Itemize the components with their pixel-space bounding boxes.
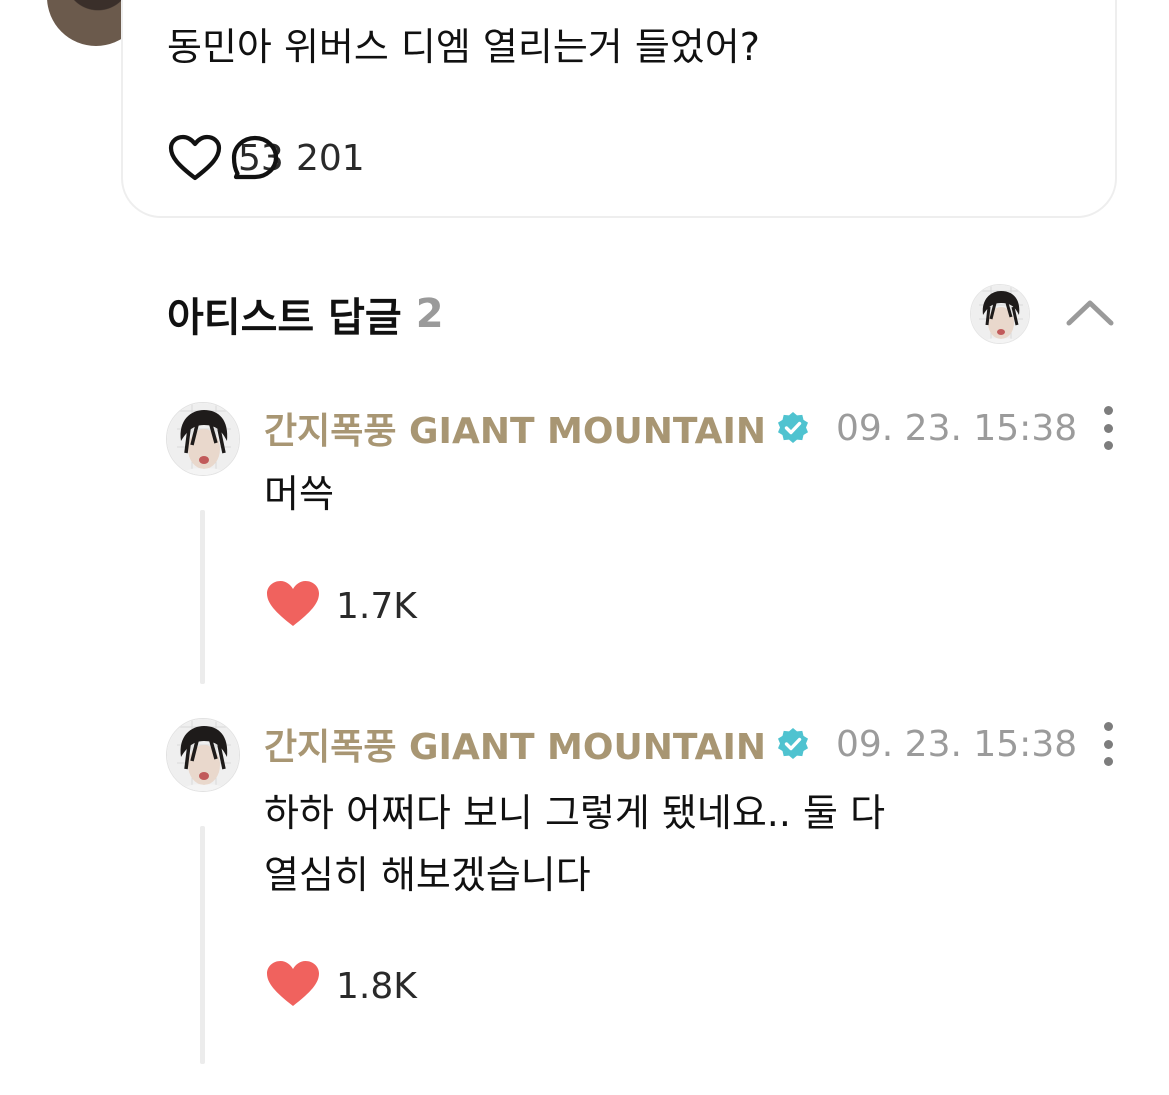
- more-dot: [1103, 739, 1113, 749]
- more-vertical-icon: [1103, 406, 1113, 415]
- speech-bubble-icon: [230, 134, 280, 182]
- comment-more-button[interactable]: [1096, 722, 1120, 766]
- comment-like-count: 1.8K: [336, 965, 417, 1007]
- artist-replies-count: 2: [415, 291, 444, 337]
- comment-timestamp: 09. 23. 15:38: [835, 723, 1078, 765]
- comment-body: 하하 어쩌다 보니 그렇게 됐네요.. 둘 다 열심히 해보겠습니다: [264, 782, 885, 906]
- more-dot: [1103, 441, 1113, 450]
- comment-author-avatar[interactable]: [166, 718, 240, 792]
- comment-author-name[interactable]: 간지폭풍 GIANT MOUNTAIN: [264, 718, 766, 770]
- heart-filled-icon: [266, 580, 320, 632]
- verified-badge-icon: [776, 727, 810, 761]
- comment-author-avatar[interactable]: [166, 402, 240, 476]
- comment-like-button[interactable]: 1.8K: [266, 958, 417, 1014]
- more-vertical-icon: [1103, 722, 1113, 731]
- post-comment-count: 201: [296, 137, 365, 179]
- comment-more-button[interactable]: [1096, 406, 1120, 450]
- comment-text-line: 하하 어쩌다 보니 그렇게 됐네요.. 둘 다: [264, 791, 886, 835]
- comment-text-line: 머쓱: [264, 472, 334, 516]
- comment-meta: 간지폭풍 GIANT MOUNTAIN 09. 23. 15:38: [264, 718, 1077, 770]
- more-dot: [1103, 757, 1113, 766]
- thread-line: [200, 826, 205, 1064]
- post-actions: 53 201: [168, 131, 365, 185]
- artist-avatar[interactable]: [970, 284, 1030, 344]
- artist-replies-header: 아티스트 답글 2: [167, 286, 444, 342]
- post-comment-button[interactable]: 201: [230, 134, 1169, 182]
- more-dot: [1103, 423, 1113, 433]
- post-text: 동민아 위버스 디엠 열리는거 들었어?: [167, 25, 760, 69]
- heart-outline-icon: [168, 134, 222, 182]
- comment-text-line: 열심히 해보겠습니다: [264, 853, 591, 897]
- thread-line: [200, 510, 205, 684]
- artist-replies-title: 아티스트 답글: [167, 295, 402, 341]
- comment-body: 머쓱: [264, 463, 334, 525]
- verified-badge-icon: [776, 411, 810, 445]
- comment-author-name[interactable]: 간지폭풍 GIANT MOUNTAIN: [264, 402, 766, 454]
- chevron-up-icon: [1065, 297, 1115, 331]
- comment-timestamp: 09. 23. 15:38: [835, 407, 1078, 449]
- comment-like-count: 1.7K: [336, 585, 417, 627]
- heart-filled-icon: [266, 960, 320, 1012]
- comment-like-button[interactable]: 1.7K: [266, 578, 417, 634]
- collapse-replies-button[interactable]: [1062, 290, 1118, 338]
- comment-meta: 간지폭풍 GIANT MOUNTAIN 09. 23. 15:38: [264, 402, 1077, 454]
